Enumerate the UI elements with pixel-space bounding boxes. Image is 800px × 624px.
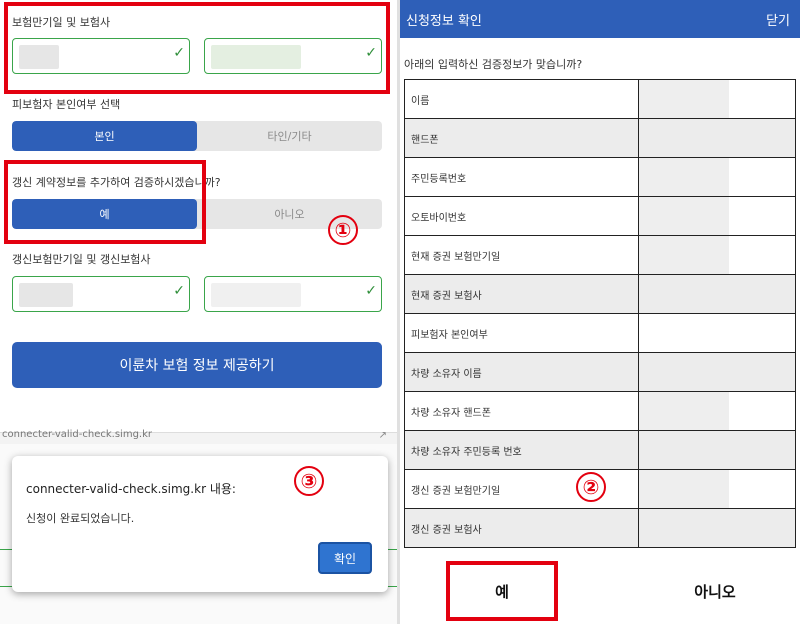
external-link-icon: ↗	[378, 430, 387, 441]
alert-ok-button[interactable]: 확인	[318, 542, 372, 574]
table-row: 이름	[404, 79, 796, 119]
verification-form: 보험만기일 및 보험사 ✓ ✓ 피보험자 본인여부 선택 본인 타인/기타 갱신…	[0, 0, 397, 624]
confirm-question: 아래의 입력하신 검증정보가 맞습니까?	[404, 58, 583, 71]
row-value	[638, 313, 796, 353]
row-label: 오토바이번호	[404, 196, 639, 236]
alert-dialog: connecter-valid-check.simg.kr 내용: 신청이 완료…	[12, 456, 388, 592]
row-label: 핸드폰	[404, 118, 639, 158]
row-label: 피보험자 본인여부	[404, 313, 639, 353]
option-self[interactable]: 본인	[12, 121, 197, 151]
url-text: connecter-valid-check.simg.kr	[2, 429, 152, 440]
confirm-footer: 예 아니오	[400, 557, 800, 624]
insured-self-label: 피보험자 본인여부 선택	[12, 98, 121, 111]
option-other[interactable]: 타인/기타	[197, 121, 382, 151]
screenshot-root: 보험만기일 및 보험사 ✓ ✓ 피보험자 본인여부 선택 본인 타인/기타 갱신…	[0, 0, 800, 624]
marker-1: ①	[328, 215, 358, 245]
row-value	[638, 157, 796, 197]
table-row: 현재 증권 보험사	[404, 274, 796, 314]
table-row: 차량 소유자 주민등록 번호	[404, 430, 796, 470]
row-label: 차량 소유자 이름	[404, 352, 639, 392]
row-value	[638, 235, 796, 275]
table-row: 갱신 증권 보험사	[404, 508, 796, 548]
masked-value	[19, 283, 73, 307]
masked-value	[639, 197, 729, 235]
table-row: 피보험자 본인여부	[404, 313, 796, 353]
table-row: 차량 소유자 이름	[404, 352, 796, 392]
masked-value	[211, 283, 301, 307]
confirm-panel: 신청정보 확인 닫기 아래의 입력하신 검증정보가 맞습니까? 이름 핸드폰 주…	[400, 0, 800, 624]
browser-url-bar: connecter-valid-check.simg.kr ↗	[0, 429, 397, 444]
highlight-box-renewal	[4, 160, 206, 244]
submit-insurance-button[interactable]: 이륜차 보험 정보 제공하기	[12, 342, 382, 388]
confirm-title: 신청정보 확인	[406, 14, 482, 29]
marker-3: ③	[294, 466, 324, 496]
row-value	[638, 391, 796, 431]
row-value	[638, 430, 796, 470]
renewal-insurance-label: 갱신보험만기일 및 갱신보험사	[12, 253, 151, 266]
masked-value	[639, 80, 729, 118]
row-label: 현재 증권 보험만기일	[404, 235, 639, 275]
table-row: 오토바이번호	[404, 196, 796, 236]
row-value	[638, 79, 796, 119]
renewal-expiry-field[interactable]: ✓	[12, 276, 190, 312]
row-value	[638, 196, 796, 236]
table-row: 주민등록번호	[404, 157, 796, 197]
masked-value	[639, 392, 729, 430]
row-label: 현재 증권 보험사	[404, 274, 639, 314]
row-value	[638, 469, 796, 509]
row-label: 갱신 증권 보험사	[404, 508, 639, 548]
table-row: 핸드폰	[404, 118, 796, 158]
row-label: 차량 소유자 핸드폰	[404, 391, 639, 431]
highlight-box-insurance	[4, 2, 390, 94]
table-row: 차량 소유자 핸드폰	[404, 391, 796, 431]
masked-value	[639, 470, 729, 508]
row-label: 차량 소유자 주민등록 번호	[404, 430, 639, 470]
check-icon: ✓	[173, 283, 185, 299]
renewal-insurer-field[interactable]: ✓	[204, 276, 382, 312]
insured-self-toggle: 본인 타인/기타	[12, 121, 382, 151]
close-button[interactable]: 닫기	[766, 10, 790, 29]
confirm-yes-button[interactable]: 예	[446, 561, 558, 621]
table-row: 현재 증권 보험만기일	[404, 235, 796, 275]
confirm-header: 신청정보 확인 닫기	[400, 0, 800, 38]
confirm-no-button[interactable]: 아니오	[660, 561, 770, 621]
row-value	[638, 274, 796, 314]
row-value	[638, 508, 796, 548]
masked-value	[639, 158, 729, 196]
alert-message: 신청이 완료되었습니다.	[26, 512, 135, 525]
row-value	[638, 352, 796, 392]
row-label: 주민등록번호	[404, 157, 639, 197]
check-icon: ✓	[365, 283, 377, 299]
row-value	[638, 118, 796, 158]
marker-2: ②	[576, 472, 606, 502]
row-label: 이름	[404, 79, 639, 119]
masked-value	[639, 236, 729, 274]
alert-host: connecter-valid-check.simg.kr 내용:	[26, 482, 236, 496]
